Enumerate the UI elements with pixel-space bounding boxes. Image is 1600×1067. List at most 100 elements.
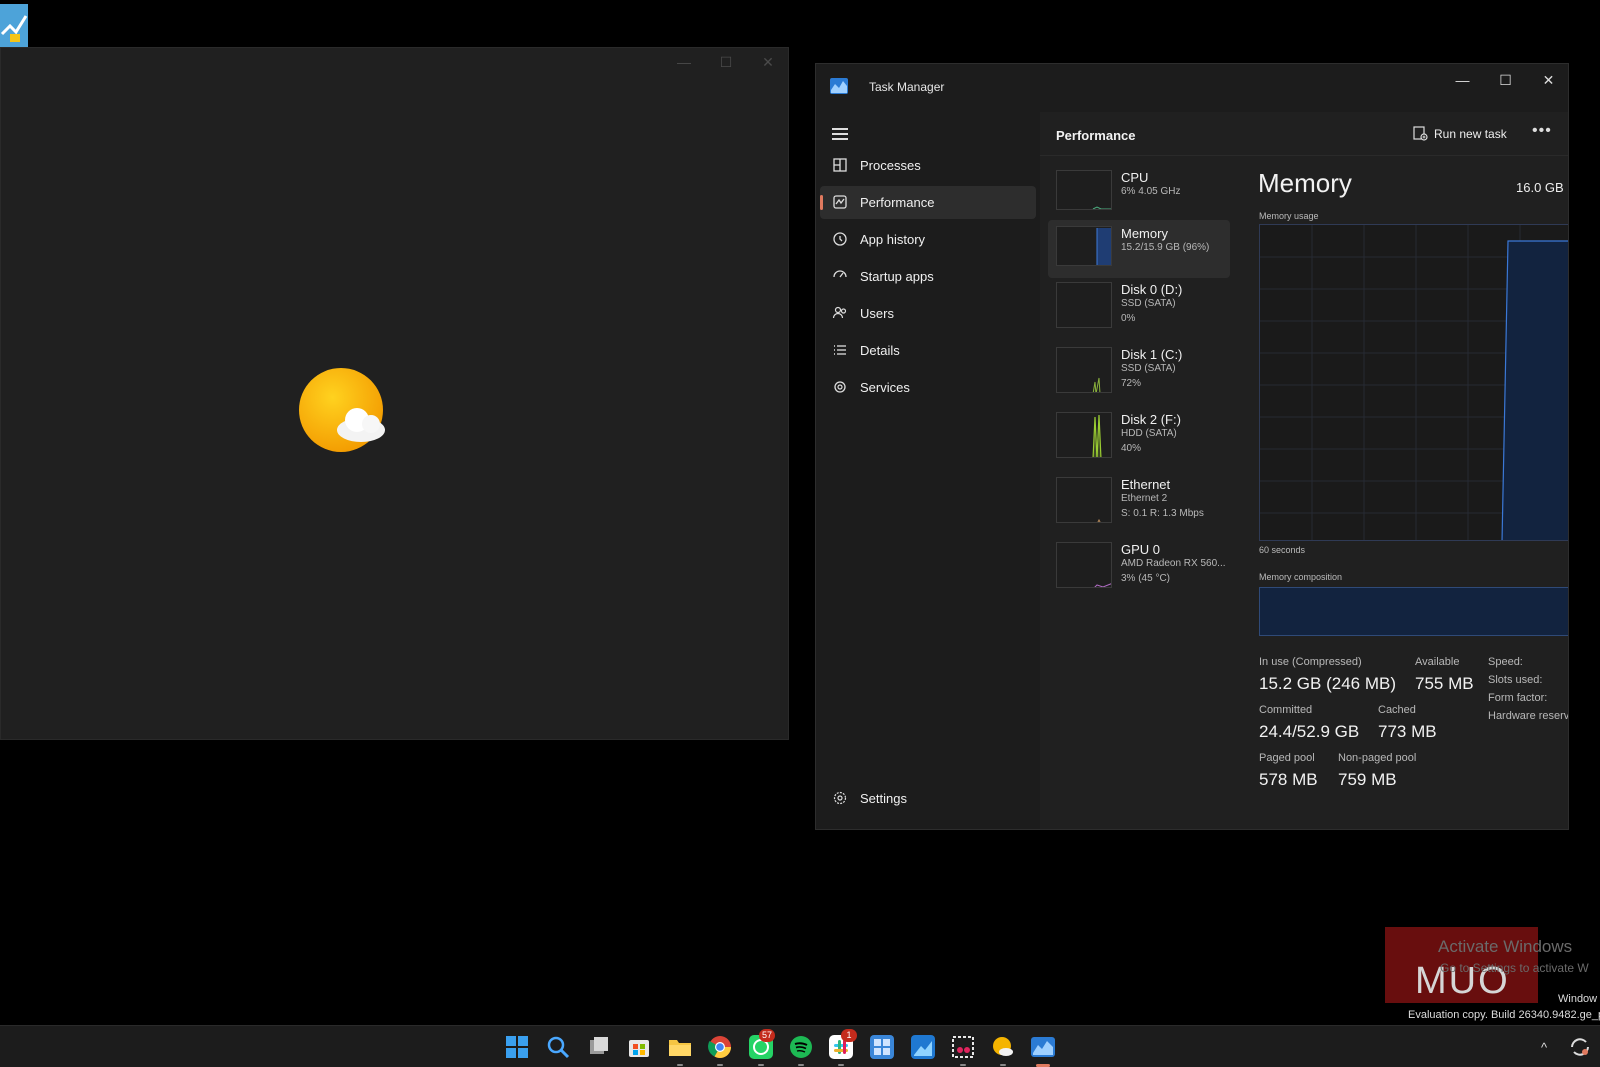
running-indicator [1000, 1064, 1006, 1066]
sidebar-item-performance[interactable]: Performance [820, 186, 1036, 219]
slack-badge: 1 [841, 1029, 857, 1042]
close-button[interactable]: ✕ [1527, 64, 1568, 96]
title-bar[interactable]: Task Manager — ☐ ✕ [816, 64, 1568, 112]
users-icon [832, 305, 850, 323]
list-item-ethernet[interactable]: Ethernet Ethernet 2 S: 0.1 R: 1.3 Mbps [1048, 471, 1230, 529]
in-use-label: In use (Compressed) [1259, 656, 1362, 668]
more-options-icon[interactable]: ••• [1532, 122, 1552, 140]
spotify-icon[interactable] [789, 1035, 813, 1059]
sidebar-item-label: Performance [860, 195, 935, 210]
desktop: — ☐ ✕ Task Manager — ☐ ✕ Processes Perfo… [0, 0, 1600, 1067]
run-new-task-button[interactable]: Run new task [1413, 126, 1507, 141]
list-item-sub: 72% [1121, 378, 1142, 389]
available-value: 755 MB [1415, 674, 1474, 693]
memory-total: 16.0 GB [1516, 180, 1564, 195]
minimize-button[interactable]: — [1441, 64, 1484, 96]
panel-header: Performance Run new task ••• [1040, 112, 1568, 156]
cached-label: Cached [1378, 704, 1416, 716]
disk2-thumbnail-graph [1056, 412, 1112, 458]
close-button[interactable]: ✕ [758, 54, 778, 71]
list-item-name: Disk 0 (D:) [1121, 282, 1183, 297]
minimize-button[interactable]: — [674, 54, 694, 71]
paged-pool-label: Paged pool [1259, 752, 1315, 764]
slots-label: Slots used: [1488, 674, 1543, 686]
sidebar-item-startup-apps[interactable]: Startup apps [820, 260, 1036, 293]
weather-icon[interactable] [991, 1035, 1015, 1059]
sidebar-item-processes[interactable]: Processes [820, 149, 1036, 182]
disk1-thumbnail-graph [1056, 347, 1112, 393]
services-icon [832, 379, 850, 397]
settings-label: Settings [860, 791, 907, 806]
sidebar-item-users[interactable]: Users [820, 297, 1036, 330]
window-controls: — ☐ ✕ [1441, 64, 1568, 96]
speed-label: Speed: [1488, 656, 1523, 668]
task-manager-icon [830, 78, 848, 94]
photos-icon[interactable] [911, 1035, 935, 1059]
list-item-gpu0[interactable]: GPU 0 AMD Radeon RX 560... 3% (45 °C) [1048, 536, 1230, 594]
memory-composition-bar [1259, 587, 1568, 636]
taskbar: 57 1 ^ [0, 1025, 1600, 1067]
memory-usage-graph [1259, 224, 1568, 541]
snipping-tool-icon[interactable] [951, 1035, 975, 1059]
store-icon[interactable] [627, 1035, 651, 1059]
time-span-label: 60 seconds [1259, 545, 1306, 555]
running-indicator [960, 1064, 966, 1066]
history-icon [832, 231, 850, 249]
startup-icon [832, 268, 850, 286]
list-item-sub: 3% (45 °C) [1121, 573, 1171, 584]
maximize-button[interactable]: ☐ [1484, 64, 1527, 96]
sidebar-item-label: Users [860, 306, 894, 321]
memory-usage-label: Memory usage [1259, 211, 1319, 221]
desktop-app-icon[interactable] [0, 4, 28, 48]
in-use-value: 15.2 GB (246 MB) [1259, 674, 1397, 693]
file-explorer-icon[interactable] [668, 1035, 692, 1059]
search-icon[interactable] [546, 1035, 570, 1059]
run-task-icon [1413, 126, 1428, 141]
sync-icon[interactable] [1568, 1035, 1592, 1059]
sidebar-item-label: Services [860, 380, 910, 395]
list-item-sub: SSD (SATA) [1121, 298, 1176, 309]
page-title: Performance [1056, 128, 1136, 143]
chrome-icon[interactable] [708, 1035, 732, 1059]
list-item-disk2[interactable]: Disk 2 (F:) HDD (SATA) 40% [1048, 406, 1230, 464]
disk0-thumbnail-graph [1056, 282, 1112, 328]
committed-value: 24.4/52.9 GB [1259, 722, 1360, 741]
list-item-disk1[interactable]: Disk 1 (C:) SSD (SATA) 72% [1048, 341, 1230, 399]
hardware-reserved-label: Hardware reserv [1488, 710, 1569, 722]
non-paged-pool-label: Non-paged pool [1338, 752, 1417, 764]
window-title: Task Manager [869, 80, 945, 94]
task-manager-window: Task Manager — ☐ ✕ Processes Performance… [815, 63, 1569, 830]
app-icon[interactable] [870, 1035, 894, 1059]
detail-title: Memory [1258, 168, 1352, 198]
running-indicator [838, 1064, 844, 1066]
maximize-button[interactable]: ☐ [716, 54, 736, 71]
processes-icon [832, 157, 850, 175]
activate-windows-title: Activate Windows [1438, 937, 1573, 956]
list-item-sub: 6% 4.05 GHz [1121, 186, 1181, 197]
activate-windows-subtitle: Go to Settings to activate W [1440, 961, 1589, 975]
sidebar-item-settings[interactable]: Settings [820, 782, 1036, 815]
start-icon[interactable] [505, 1035, 529, 1059]
non-paged-pool-value: 759 MB [1338, 770, 1397, 789]
sidebar-item-app-history[interactable]: App history [820, 223, 1036, 256]
task-manager-taskbar-icon[interactable] [1031, 1035, 1055, 1059]
list-item-disk0[interactable]: Disk 0 (D:) SSD (SATA) 0% [1048, 276, 1230, 334]
list-item-memory[interactable]: Memory 15.2/15.9 GB (96%) [1048, 220, 1230, 278]
committed-label: Committed [1259, 704, 1313, 716]
active-indicator [820, 195, 823, 210]
paged-pool-value: 578 MB [1259, 770, 1318, 789]
sidebar-item-label: Startup apps [860, 269, 934, 284]
list-item-name: Ethernet [1121, 477, 1171, 492]
sidebar-item-details[interactable]: Details [820, 334, 1036, 367]
sidebar: Processes Performance App history Startu… [816, 112, 1040, 829]
performance-icon [832, 194, 850, 212]
task-view-icon[interactable] [587, 1035, 611, 1059]
list-item-cpu[interactable]: CPU 6% 4.05 GHz [1048, 164, 1230, 222]
chevron-up-icon[interactable]: ^ [1541, 1040, 1547, 1055]
hamburger-menu-icon[interactable] [832, 128, 848, 140]
sidebar-item-label: Details [860, 343, 900, 358]
list-item-sub: HDD (SATA) [1121, 428, 1177, 439]
list-item-sub: AMD Radeon RX 560... [1121, 558, 1226, 569]
evaluation-line-2: Evaluation copy. Build 26340.9482.ge_p [1408, 1009, 1600, 1021]
sidebar-item-services[interactable]: Services [820, 371, 1036, 404]
